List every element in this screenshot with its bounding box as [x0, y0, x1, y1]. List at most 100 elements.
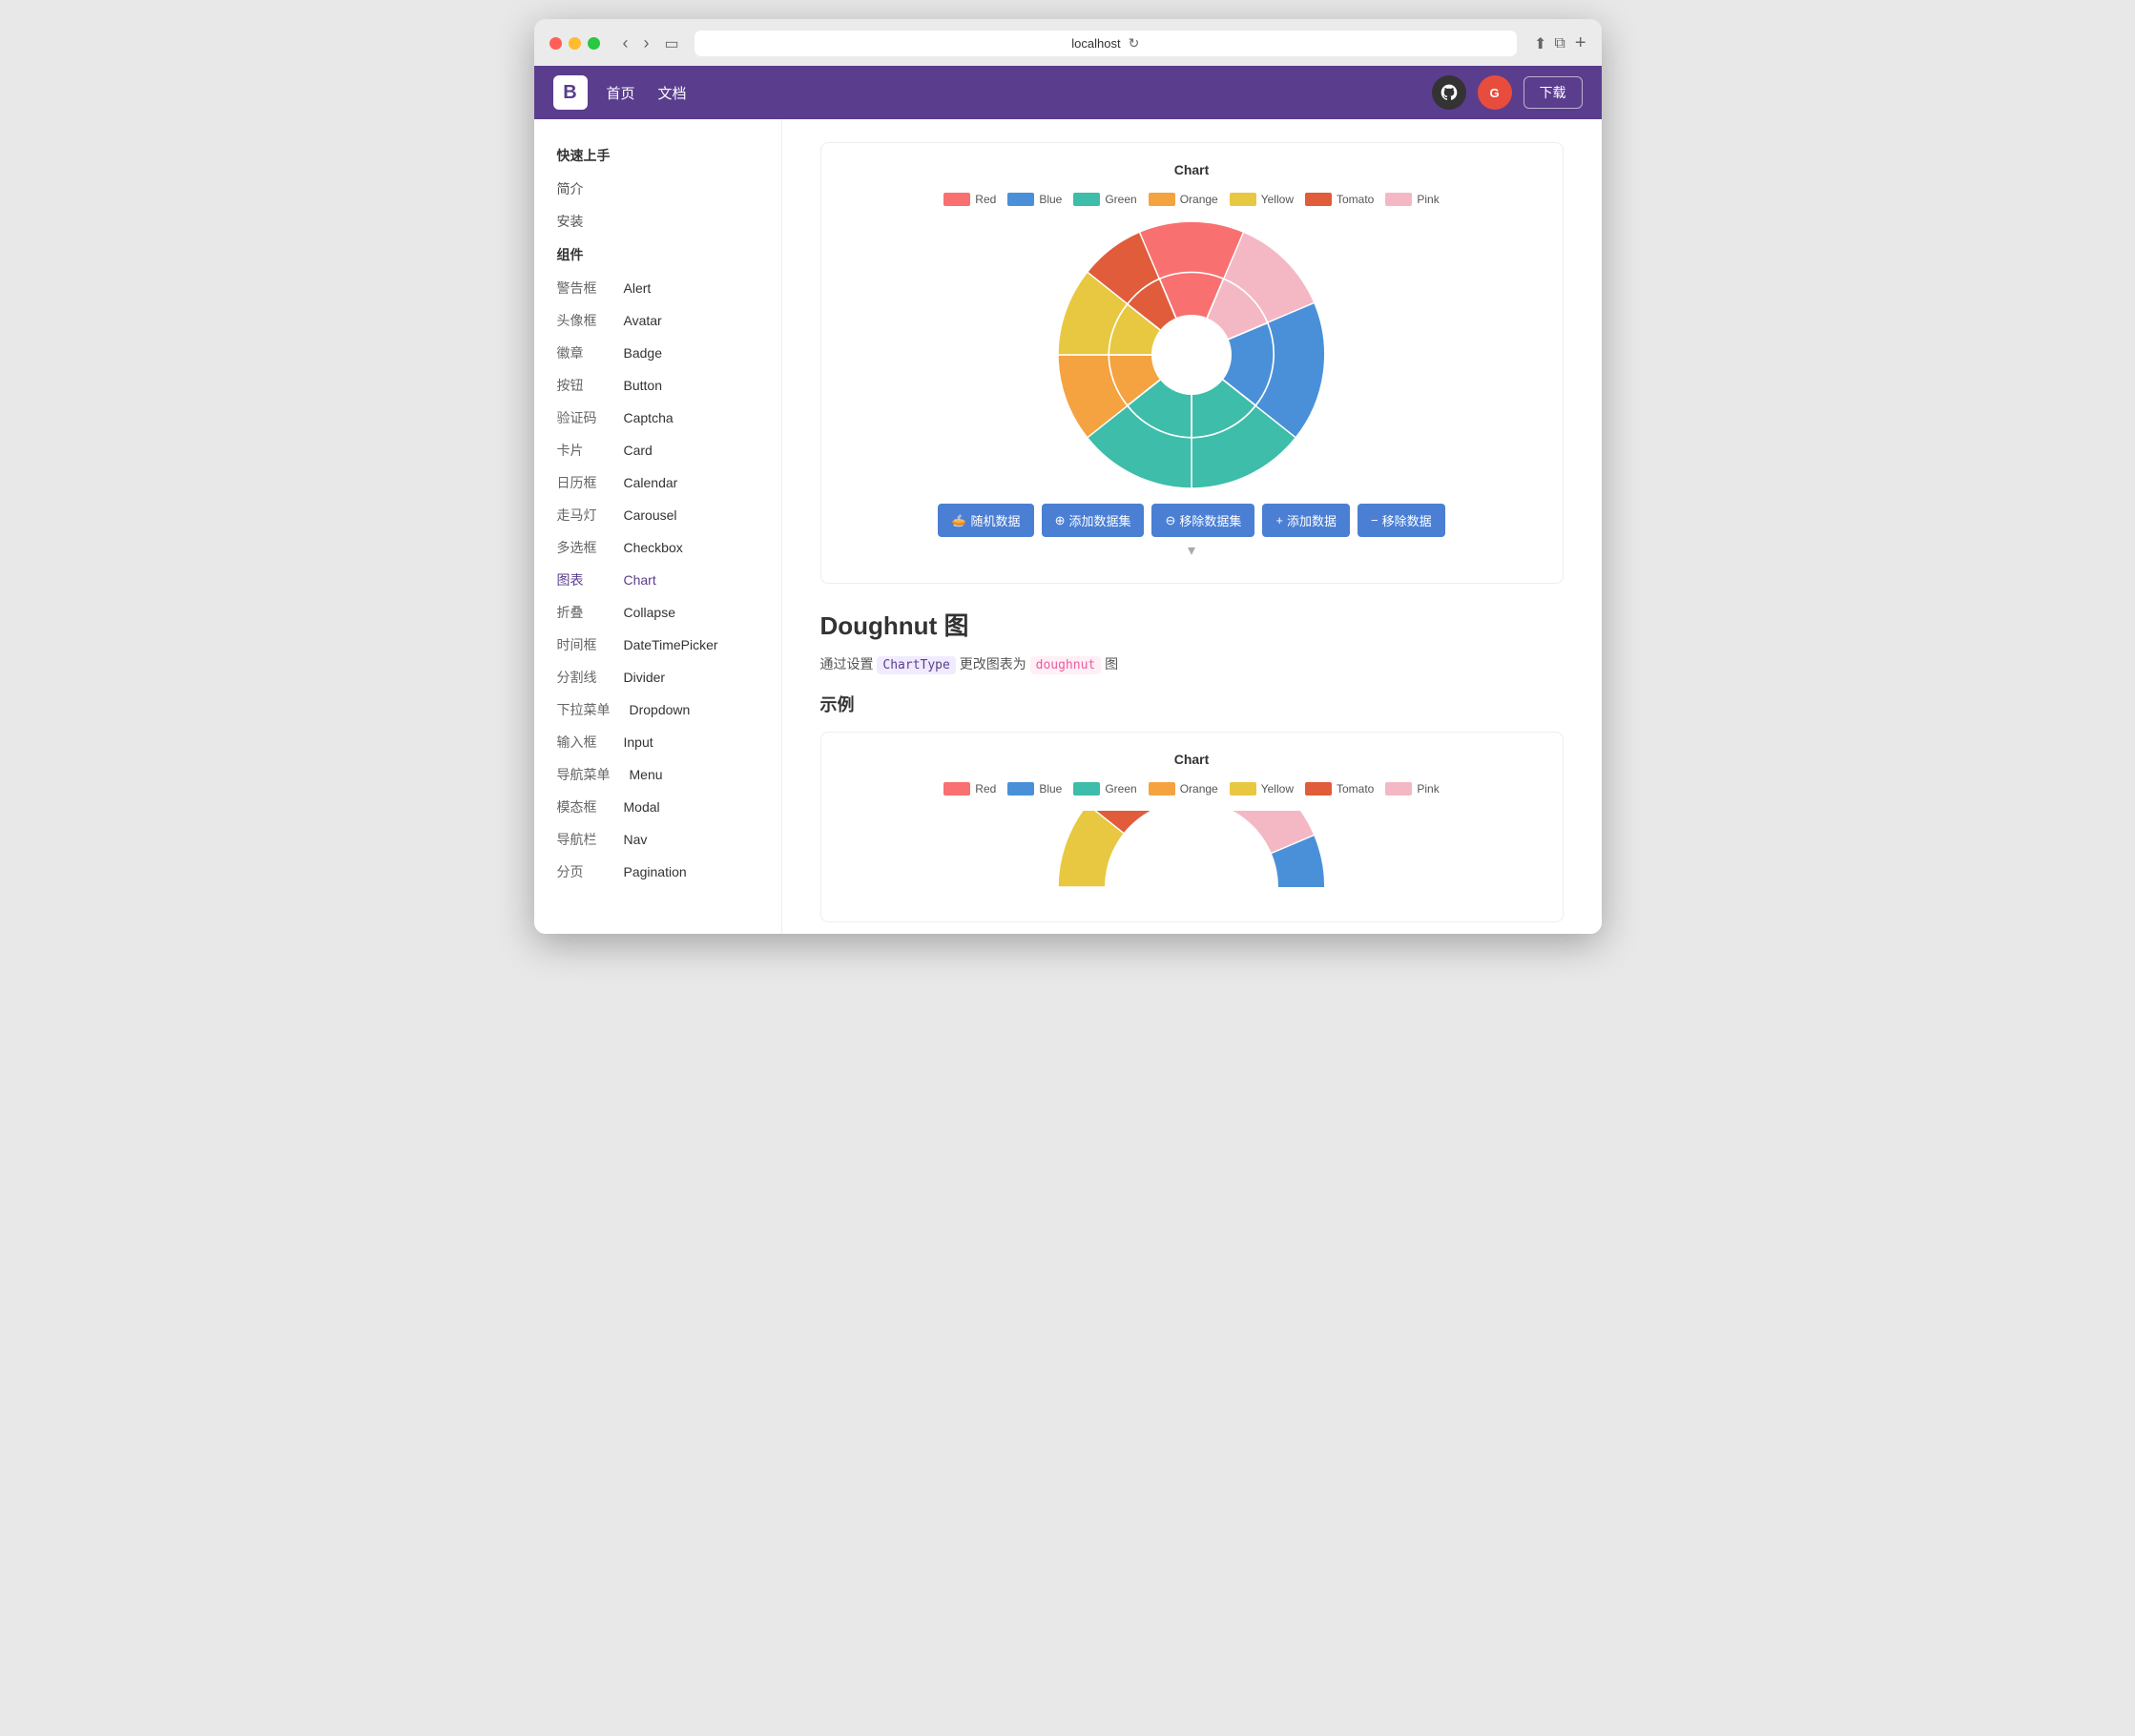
- legend2-color-orange: [1149, 782, 1175, 796]
- sidebar-item-pagination[interactable]: 分页 Pagination: [534, 856, 781, 888]
- remove-data-button[interactable]: − 移除数据: [1358, 504, 1445, 537]
- main-nav: 首页 文档: [607, 83, 687, 103]
- remove-dataset-icon: ⊖: [1165, 513, 1175, 528]
- refresh-button[interactable]: ↻: [1129, 35, 1140, 52]
- sidebar-item-menu[interactable]: 导航菜单 Menu: [534, 758, 781, 791]
- window-controls: [549, 37, 600, 50]
- legend2-green: Green: [1073, 782, 1136, 796]
- add-data-icon: +: [1275, 513, 1283, 527]
- legend-color-yellow: [1230, 193, 1256, 206]
- back-button[interactable]: ‹: [617, 31, 634, 55]
- share-button[interactable]: ⬆: [1534, 34, 1546, 53]
- nav-docs[interactable]: 文档: [658, 83, 687, 103]
- desc-prefix: 通过设置: [820, 656, 874, 672]
- remove-dataset-button[interactable]: ⊖ 移除数据集: [1151, 504, 1254, 537]
- address-bar[interactable]: localhost ↻: [694, 31, 1517, 56]
- legend2-label-red: Red: [975, 782, 996, 796]
- forward-button[interactable]: ›: [638, 31, 655, 55]
- close-dot[interactable]: [549, 37, 562, 50]
- legend2-pink: Pink: [1385, 782, 1439, 796]
- random-data-button[interactable]: 🥧 随机数据: [938, 504, 1033, 537]
- legend-orange: Orange: [1149, 193, 1218, 206]
- gitee-icon[interactable]: G: [1478, 75, 1512, 110]
- legend-pink: Pink: [1385, 193, 1439, 206]
- chart-section-2: Chart Red Blue: [820, 732, 1564, 922]
- remove-dataset-label: 移除数据集: [1179, 511, 1241, 529]
- legend-color-orange: [1149, 193, 1175, 206]
- sidebar-item-button[interactable]: 按钮 Button: [534, 369, 781, 402]
- maximize-dot[interactable]: [588, 37, 600, 50]
- legend-green: Green: [1073, 193, 1136, 206]
- sidebar-item-badge[interactable]: 徽章 Badge: [534, 337, 781, 369]
- download-button[interactable]: 下载: [1524, 76, 1583, 109]
- sidebar-item-install[interactable]: 安装: [534, 205, 781, 238]
- sidebar-item-card[interactable]: 卡片 Card: [534, 434, 781, 466]
- nav-home[interactable]: 首页: [607, 83, 635, 103]
- legend-label-orange: Orange: [1180, 193, 1218, 206]
- legend2-yellow: Yellow: [1230, 782, 1294, 796]
- sidebar-item-captcha[interactable]: 验证码 Captcha: [534, 402, 781, 434]
- add-data-button[interactable]: + 添加数据: [1262, 504, 1350, 537]
- chart-legend-2: Red Blue Green: [840, 782, 1544, 796]
- legend2-color-blue: [1007, 782, 1034, 796]
- legend-red: Red: [943, 193, 996, 206]
- sidebar-item-alert[interactable]: 警告框 Alert: [534, 272, 781, 304]
- doughnut-heading: Doughnut 图: [820, 607, 1564, 642]
- sidebar-item-dropdown[interactable]: 下拉菜单 Dropdown: [534, 693, 781, 726]
- legend2-color-pink: [1385, 782, 1412, 796]
- chart-buttons-1: 🥧 随机数据 ⊕ 添加数据集 ⊖ 移除数据集 +: [840, 504, 1544, 537]
- collapse-chevron[interactable]: ▾: [840, 537, 1544, 564]
- example-label: 示例: [820, 692, 1564, 716]
- legend2-label-orange: Orange: [1180, 782, 1218, 796]
- sidebar-item-chart[interactable]: 图表 Chart: [534, 564, 781, 596]
- minimize-dot[interactable]: [569, 37, 581, 50]
- chart-canvas-1: [840, 221, 1544, 488]
- sidebar-item-collapse[interactable]: 折叠 Collapse: [534, 596, 781, 629]
- legend-label-tomato: Tomato: [1337, 193, 1374, 206]
- legend2-color-yellow: [1230, 782, 1256, 796]
- desc-suffix: 图: [1105, 656, 1118, 672]
- legend-yellow: Yellow: [1230, 193, 1294, 206]
- legend-label-blue: Blue: [1039, 193, 1062, 206]
- legend2-label-tomato: Tomato: [1337, 782, 1374, 796]
- sidebar-item-carousel[interactable]: 走马灯 Carousel: [534, 499, 781, 531]
- legend-color-tomato: [1305, 193, 1332, 206]
- browser-actions: ⬆ ⧉: [1534, 34, 1565, 53]
- legend-color-green: [1073, 193, 1100, 206]
- quick-start-title: 快速上手: [534, 138, 781, 173]
- sidebar-item-modal[interactable]: 模态框 Modal: [534, 791, 781, 823]
- legend-label-green: Green: [1105, 193, 1136, 206]
- sidebar-item-input[interactable]: 输入框 Input: [534, 726, 781, 758]
- random-label: 随机数据: [971, 511, 1021, 529]
- legend2-color-tomato: [1305, 782, 1332, 796]
- legend-label-pink: Pink: [1417, 193, 1439, 206]
- doughnut-section: Doughnut 图 通过设置 ChartType 更改图表为 doughnut…: [820, 607, 1564, 922]
- github-icon[interactable]: [1432, 75, 1466, 110]
- sidebar-item-datetimepicker[interactable]: 时间框 DateTimePicker: [534, 629, 781, 661]
- chart-canvas-2: [840, 811, 1544, 887]
- sidebar-item-avatar[interactable]: 头像框 Avatar: [534, 304, 781, 337]
- desc-mid: 更改图表为: [960, 656, 1030, 672]
- sidebar-item-calendar[interactable]: 日历框 Calendar: [534, 466, 781, 499]
- sidebar-item-intro[interactable]: 简介: [534, 173, 781, 205]
- legend-blue: Blue: [1007, 193, 1062, 206]
- browser-titlebar: ‹ › ▭ localhost ↻ ⬆ ⧉ +: [534, 19, 1602, 66]
- url-text: localhost: [1071, 36, 1120, 51]
- app-header: B 首页 文档 G 下载: [534, 66, 1602, 119]
- add-dataset-icon: ⊕: [1055, 513, 1066, 528]
- chart-title-2: Chart: [840, 752, 1544, 767]
- add-dataset-button[interactable]: ⊕ 添加数据集: [1042, 504, 1145, 537]
- add-tab-button[interactable]: +: [1575, 32, 1586, 54]
- sidebar-item-divider[interactable]: 分割线 Divider: [534, 661, 781, 693]
- sidebar-item-checkbox[interactable]: 多选框 Checkbox: [534, 531, 781, 564]
- main-layout: 快速上手 简介 安装 组件 警告框 Alert 头像框 Avatar 徽章 Ba…: [534, 119, 1602, 934]
- sidebar: 快速上手 简介 安装 组件 警告框 Alert 头像框 Avatar 徽章 Ba…: [534, 119, 782, 934]
- sidebar-toggle-button[interactable]: ▭: [659, 31, 685, 55]
- legend2-red: Red: [943, 782, 996, 796]
- legend-tomato: Tomato: [1305, 193, 1374, 206]
- legend2-label-pink: Pink: [1417, 782, 1439, 796]
- content-area: Chart Red Blue Green: [782, 119, 1602, 934]
- duplicate-button[interactable]: ⧉: [1554, 34, 1565, 53]
- legend-color-red: [943, 193, 970, 206]
- sidebar-item-nav[interactable]: 导航栏 Nav: [534, 823, 781, 856]
